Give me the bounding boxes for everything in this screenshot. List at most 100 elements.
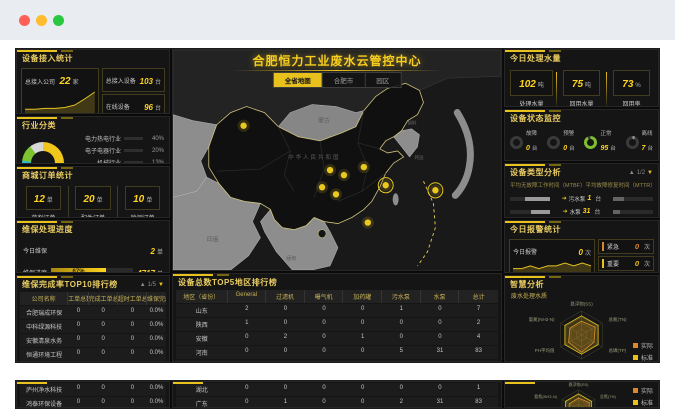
cell: 0 [305,304,344,317]
dashboard-title: 合肥恒力工业废水云管控中心 [173,52,501,71]
tab-province-map[interactable]: 全省地图 [274,73,322,87]
company-access-unit: 家 [73,80,79,86]
cell: 0 [382,318,421,331]
col-header: 总计 [459,290,498,303]
close-window-button[interactable] [19,15,30,26]
alarm-trend-card: 今日报警 0次 [509,239,595,273]
page-up-icon[interactable]: ▲ [140,282,146,288]
maintenance-progress-track: 67% [51,268,133,273]
cell: 0 [89,306,118,319]
order-stat-testing: 10单 检测订单 [117,186,167,218]
rank-table-header: 公司名称 工单总数 完成工单总数 超时工单总数 维保完成率 [20,292,166,305]
gauge-normal: 正常95台 [584,129,615,155]
cell: 0 [118,348,147,361]
cell: 0 [89,397,118,408]
cell: 0 [266,318,305,331]
industry-label: 机械行业 [69,158,121,164]
cell: 0 [382,383,421,396]
type-label: 水泵 [570,208,581,216]
tab-city-map[interactable]: 合肥市 [322,73,365,87]
china-map[interactable]: 蒙古中华人民共和国印度缅甸朝鲜韩国 合肥恒力工业废水云管控中心 全省地图 合肥市… [172,49,502,271]
order-value: 12 [34,194,45,205]
table-row[interactable]: 合肥瑞成环保0000.0% [20,306,166,319]
cell: 0 [305,397,344,408]
table-row[interactable]: 山东2000107 [176,304,498,317]
cell: 0 [68,383,88,396]
cell: 0 [266,304,305,317]
water-value: 102 [519,79,536,90]
minimize-window-button[interactable] [36,15,47,26]
maintenance-bar-label: 维保进度 [23,268,47,274]
cell: 0.0% [147,348,166,361]
page-up-icon[interactable]: ▲ [629,170,635,176]
cell: 0.0% [147,383,166,396]
industry-legend-row: 机械行业 13% [69,158,164,164]
cell: 0 [118,320,147,333]
page-indicator: 1/5 [148,282,156,288]
mtbf-bar-track [510,197,550,201]
gauge-value: 7 [642,145,646,152]
order-unit: 单 [47,198,53,204]
industry-pct: 13% [146,160,164,165]
cell: 0 [266,346,305,359]
table-row[interactable]: 鸿泰环保设备0000.0% [20,397,166,408]
page-down-icon[interactable]: ▼ [647,170,653,176]
industry-bar-track [124,161,143,164]
col-header: 地区（省份） [176,290,228,303]
order-unit: 单 [97,198,103,204]
svg-text:总氮(TN): 总氮(TN) [600,393,617,399]
cell: 0.0% [147,334,166,347]
center-column: 蒙古中华人民共和国印度缅甸朝鲜韩国 合肥恒力工业废水云管控中心 全省地图 合肥市… [172,49,502,362]
cell: 1 [382,304,421,317]
page-down-icon[interactable]: ▼ [158,282,164,288]
dashboard: 设备接入统计 总接入公司 22家 总接入设备 103台 在线设备 96台 [15,48,660,363]
industry-legend-row: 电力热电行业 40% [69,134,164,143]
cell: 0 [343,346,382,359]
cell: 31 [421,346,460,359]
device-type-panel: 设备类型分析 ▲1/2▼ 平均无故障工作时间（MTBF） 平均故障修复时间（MT… [504,163,659,218]
maintenance-row-unit: 单 [157,250,163,256]
level-value: 0 [635,242,639,251]
table-row[interactable]: 广东010023183 [176,397,498,408]
types-pagination[interactable]: ▲1/2▼ [629,170,653,176]
table-row[interactable]: 湖北0000001 [176,383,498,396]
svg-text:中华人民共和国: 中华人民共和国 [288,153,340,161]
cell: 83 [459,346,498,359]
svg-text:蒙古: 蒙古 [318,117,330,125]
fullscreen-window-button[interactable] [53,15,64,26]
cell: 陕西 [176,318,228,331]
table-row[interactable]: 庐州净水科技0000.0% [20,383,166,396]
cell: 2 [382,397,421,408]
type-row: ➜污水泵1台 [505,192,658,205]
svg-text:悬浮物(SS): 悬浮物(SS) [569,382,590,387]
table-row[interactable]: 安徽清泉水务0000.0% [20,334,166,347]
level-color-bar [602,259,604,268]
table-row[interactable]: 陕西1000002 [176,318,498,331]
table-row[interactable]: 安徽0201004 [176,332,498,345]
col-header: 曝气机 [305,290,344,303]
map-region-taiwan [393,193,399,205]
mttr-bar-track [613,210,653,214]
maintenance-progress-text: 67% [73,269,85,273]
type-unit: 台 [595,194,601,203]
alarm-today-value: 0 [579,248,583,257]
gauge-unit: 台 [610,146,616,152]
gauge-label: 预警 [563,129,574,137]
radar-legend: 实际 标准 [633,341,653,362]
col-header: 公司名称 [20,292,68,305]
gauge-value: 0 [563,145,567,152]
device-access-panel: 设备接入统计 总接入公司 22家 总接入设备 103台 在线设备 96台 [16,49,170,114]
stat-unit: 台 [155,80,161,86]
order-stat-chemical: 12单 药剂订单 [19,186,68,218]
tab-park-map[interactable]: 园区 [364,73,400,87]
table-row[interactable]: 恒通环境工程0000.0% [20,348,166,361]
rank-pagination[interactable]: ▲1/5▼ [140,282,164,288]
table-row[interactable]: 四川3000003 [176,360,498,362]
legend-label: 实际 [641,386,653,395]
type-value: 31 [583,208,591,215]
gauge-unit: 台 [647,146,653,152]
table-row[interactable]: 河南000053183 [176,346,498,359]
divider [556,72,557,106]
cell: 广东 [176,397,228,408]
table-row[interactable]: 中科绿源科技0000.0% [20,320,166,333]
